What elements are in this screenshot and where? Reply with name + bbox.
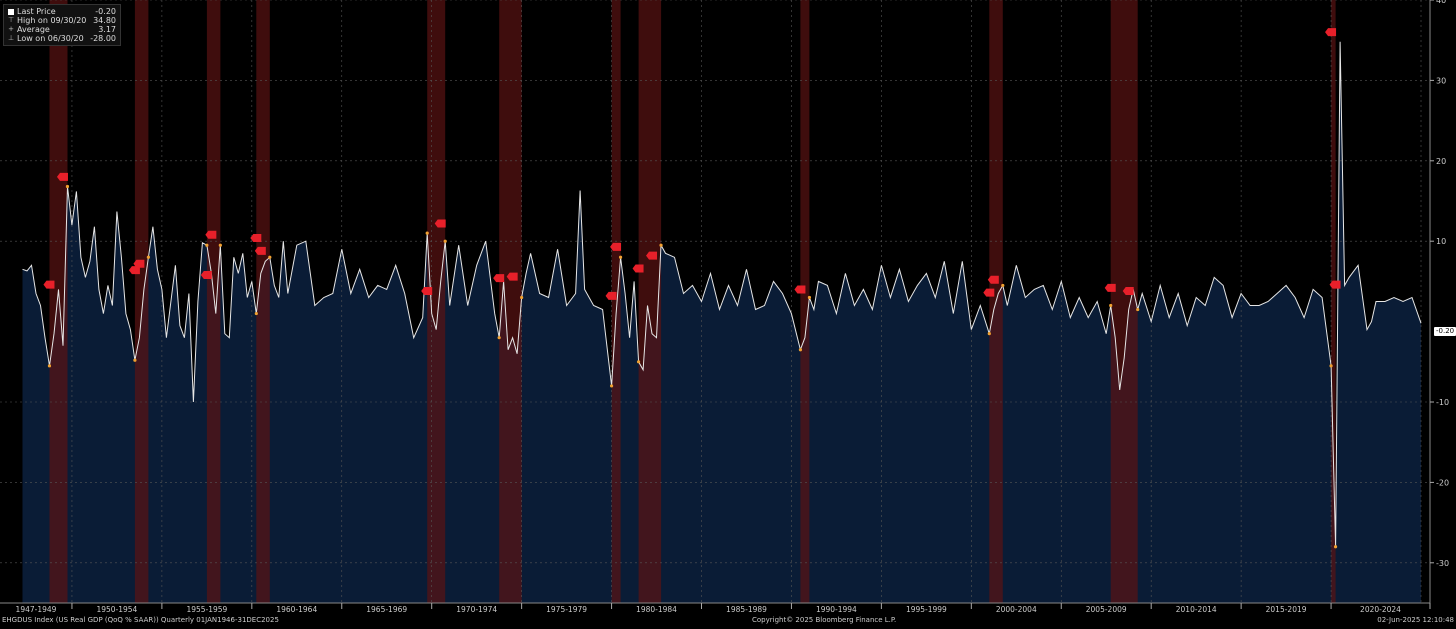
x-tick-label: 1947-1949 [16,605,57,614]
data-point-marker [807,295,812,300]
x-tick-label: 1995-1999 [906,605,947,614]
data-point-marker [497,336,501,340]
chart-area: 40 30 20 10 -10 -20 -30 1947-1949 1950-1954 1955-… [0,0,1456,625]
data-point-marker [1333,545,1338,549]
legend-value: -28.00 [90,34,116,43]
data-point-marker [618,255,623,259]
recession-marker-icon [493,274,505,283]
legend-item-high: ⊤ High on 09/30/20 34.80 [8,16,116,25]
recession-marker-icon [632,264,644,273]
legend-label: Last Price [17,7,56,16]
x-tick-label: 1950-1954 [96,605,137,614]
recession-marker-icon [794,285,806,294]
area-fill [22,41,1422,604]
data-point-marker [133,358,137,362]
data-point-marker [425,231,429,235]
recession-marker-icon [983,288,995,297]
recession-band [134,0,149,603]
data-point-marker [1001,283,1005,288]
x-tick-label: 1970-1974 [456,605,497,614]
footer-timestamp: 02-Jun-2025 12:10:48 [1377,616,1454,624]
data-point-marker [987,332,991,336]
legend-label: Average [17,25,50,34]
x-tick-label: 1975-1979 [546,605,587,614]
x-tick-label: 2010-2014 [1176,605,1217,614]
legend-value: 34.80 [93,16,116,25]
footer: EHGDUS Index (US Real GDP (QoQ % SAAR)) … [0,615,1456,625]
x-tick-label: 1965-1969 [366,605,407,614]
legend-item-average: + Average 3.17 [8,25,116,34]
legend-label: Low on 06/30/20 [17,34,84,43]
recession-marker-icon [43,280,55,289]
data-point-marker [205,243,209,247]
data-point-marker [1109,303,1113,308]
recession-band [1110,0,1138,603]
recession-band [206,0,221,603]
recession-marker-icon [1325,28,1337,37]
legend-item-last-price: Last Price -0.20 [8,7,116,16]
y-tick-label: -20 [1436,478,1449,487]
x-tick-label: 1990-1994 [816,605,857,614]
recession-band [611,0,621,603]
data-point-marker [47,364,52,368]
x-tick-label: 1955-1959 [186,605,227,614]
legend: Last Price -0.20 ⊤ High on 09/30/20 34.80… [3,4,121,46]
y-tick-label: 20 [1436,157,1446,166]
data-point-marker [218,243,222,247]
data-point-marker [254,311,258,316]
recession-marker-icon [1104,283,1116,292]
recession-band [256,0,270,603]
x-tick-label: 1960-1964 [276,605,317,614]
footer-ticker: EHGDUS Index (US Real GDP (QoQ % SAAR)) … [2,616,279,624]
white-square-icon [8,8,14,15]
high-marker-icon: ⊤ [8,16,15,24]
data-point-marker [443,239,447,243]
recession-band [800,0,810,603]
y-tick-label: 10 [1436,237,1446,246]
legend-value: -0.20 [95,7,116,16]
x-tick-label: 2020-2024 [1360,605,1401,614]
x-tick-label: 1980-1984 [636,605,677,614]
x-tick-label: 1985-1989 [726,605,767,614]
x-tick-label: 2000-2004 [996,605,1037,614]
data-point-marker [65,184,70,189]
x-tick-label: 2005-2009 [1086,605,1127,614]
y-tick-label: -30 [1436,559,1449,568]
recession-band [427,0,446,603]
last-value-badge: -0.20 [1434,327,1456,336]
data-point-marker [268,255,272,259]
y-tick-label: 30 [1436,76,1446,85]
data-point-marker [659,243,663,247]
legend-value: 3.17 [98,25,116,34]
legend-label: High on 09/30/20 [17,16,87,25]
footer-copyright: Copyright© 2025 Bloomberg Finance L.P. [752,616,897,624]
low-marker-icon: ⊥ [8,34,15,42]
data-point-marker [636,360,641,364]
y-tick-label: 40 [1436,0,1446,5]
recession-marker-icon [421,287,433,296]
legend-item-low: ⊥ Low on 06/30/20 -28.00 [8,34,116,43]
data-point-marker [146,255,150,259]
y-tick-label: -10 [1436,398,1449,407]
data-point-marker [798,348,803,352]
data-point-marker [1329,364,1333,368]
data-point-marker [1136,307,1140,312]
gdp-chart: 40 30 20 10 -10 -20 -30 1947-1949 1950-1954 1955-… [0,0,1449,614]
recession-band [49,0,68,603]
recession-band [499,0,522,603]
recession-band [638,0,662,603]
data-point-marker [520,295,524,300]
recession-marker-icon [605,291,617,300]
data-point-marker [609,384,614,388]
x-tick-label: 2015-2019 [1266,605,1307,614]
average-marker-icon: + [8,25,14,33]
